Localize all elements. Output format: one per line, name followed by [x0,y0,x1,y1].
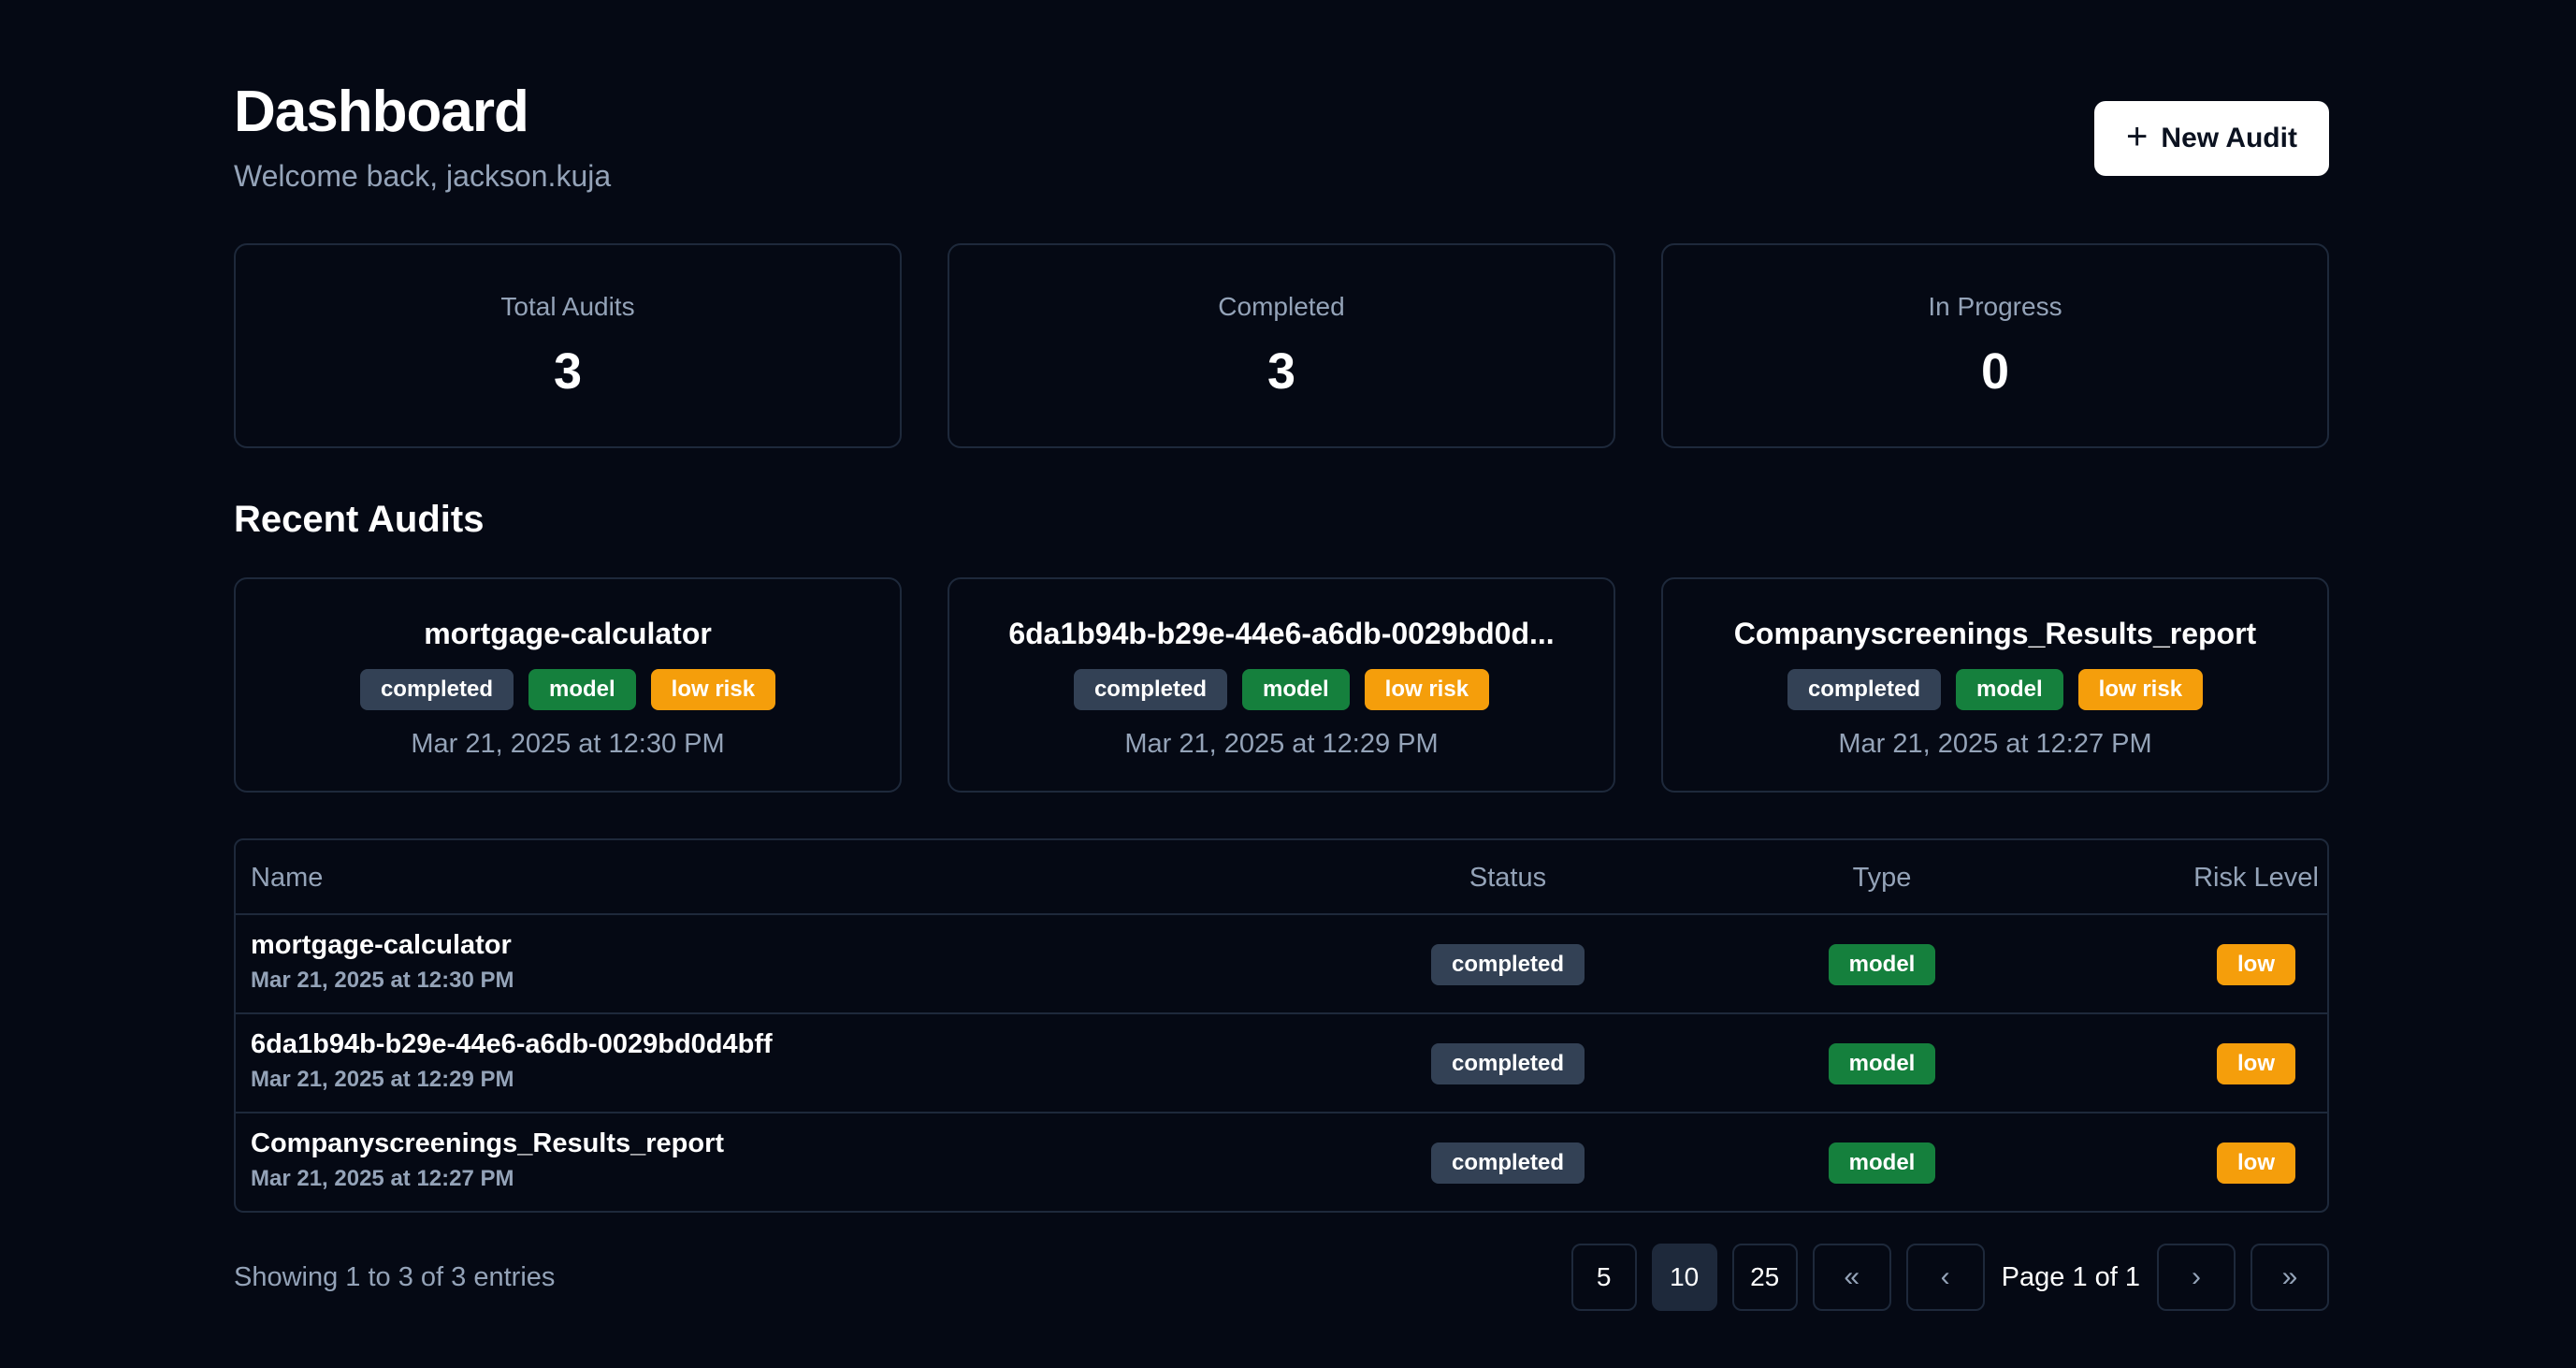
type-badge: model [1955,669,2063,710]
stat-label: In Progress [1928,292,2062,321]
stat-value: 0 [1980,343,2010,400]
status-badge: completed [1430,944,1585,985]
recent-audit-card[interactable]: Companyscreenings_Results_report complet… [1661,577,2329,793]
new-audit-label: New Audit [2161,123,2297,153]
table-row[interactable]: mortgage-calculator Mar 21, 2025 at 12:3… [236,915,2327,1014]
stat-card-total-audits: Total Audits 3 [234,243,902,448]
status-badge: completed [1430,1142,1585,1184]
row-type-cell: model [1760,1142,2004,1184]
chevron-left-icon: ‹ [1940,1261,1950,1292]
audit-name: 6da1b94b-b29e-44e6-a6db-0029bd0d... [1008,617,1555,650]
next-page-button[interactable]: › [2157,1244,2236,1311]
stat-label: Completed [1218,292,1345,321]
stat-label: Total Audits [500,292,635,321]
welcome-message: Welcome back, jackson.kuja [234,159,612,193]
entries-summary: Showing 1 to 3 of 3 entries [234,1262,556,1292]
status-badge: completed [359,669,514,710]
row-date: Mar 21, 2025 at 12:30 PM [251,968,514,993]
previous-page-button[interactable]: ‹ [1905,1244,1985,1311]
first-page-button[interactable]: « [1812,1244,1891,1311]
pagination: 5 10 25 « ‹ Page 1 of 1 › » [1570,1243,2329,1312]
audit-name: mortgage-calculator [424,617,712,650]
table-row[interactable]: Companyscreenings_Results_report Mar 21,… [236,1113,2327,1211]
new-audit-button[interactable]: + New Audit [2094,101,2329,176]
type-badge: model [1241,669,1350,710]
risk-badge: low risk [1364,669,1490,710]
row-date: Mar 21, 2025 at 12:27 PM [251,1166,514,1191]
recent-audits-grid: mortgage-calculator completed model low … [234,577,2329,793]
chevrons-right-icon: » [2281,1261,2298,1292]
status-badge: completed [1787,669,1941,710]
page-indicator: Page 1 of 1 [2001,1261,2140,1292]
audit-badges: completed model low risk [236,669,900,710]
audits-table: Name Status Type Risk Level mortgage-cal… [234,838,2329,1213]
table-row[interactable]: 6da1b94b-b29e-44e6-a6db-0029bd0d4bff Mar… [236,1014,2327,1113]
row-name: mortgage-calculator [251,930,512,960]
audit-date: Mar 21, 2025 at 12:27 PM [1838,729,2152,759]
table-header: Name Status Type Risk Level [236,840,2327,915]
risk-badge: low [2217,944,2295,985]
recent-audit-card[interactable]: mortgage-calculator completed model low … [234,577,902,793]
page-title: Dashboard [234,80,529,144]
row-risk-cell: low [2135,1043,2327,1084]
column-header-status[interactable]: Status [1386,840,1629,915]
audit-date: Mar 21, 2025 at 12:30 PM [411,729,725,759]
column-header-type[interactable]: Type [1760,840,2004,915]
type-badge: model [1828,1142,1936,1184]
stat-card-in-progress: In Progress 0 [1661,243,2329,448]
audit-date: Mar 21, 2025 at 12:29 PM [1124,729,1439,759]
type-badge: model [1828,1043,1936,1084]
risk-badge: low [2217,1142,2295,1184]
stat-value: 3 [553,343,583,400]
chevrons-left-icon: « [1844,1261,1860,1292]
risk-badge: low risk [2077,669,2204,710]
row-type-cell: model [1760,944,2004,985]
recent-audits-heading: Recent Audits [234,499,485,540]
status-badge: completed [1430,1043,1585,1084]
row-name: 6da1b94b-b29e-44e6-a6db-0029bd0d4bff [251,1029,773,1059]
chevron-right-icon: › [2192,1261,2201,1292]
row-risk-cell: low [2135,944,2327,985]
row-risk-cell: low [2135,1142,2327,1184]
row-status-cell: completed [1386,944,1629,985]
page-size-25-button[interactable]: 25 [1731,1244,1798,1311]
page-size-10-button[interactable]: 10 [1651,1244,1717,1311]
risk-badge: low risk [650,669,776,710]
row-type-cell: model [1760,1043,2004,1084]
type-badge: model [1828,944,1936,985]
column-header-risk-level[interactable]: Risk Level [2135,840,2327,915]
recent-audit-card[interactable]: 6da1b94b-b29e-44e6-a6db-0029bd0d... comp… [948,577,1615,793]
row-status-cell: completed [1386,1043,1629,1084]
row-date: Mar 21, 2025 at 12:29 PM [251,1067,514,1092]
row-name: Companyscreenings_Results_report [251,1128,725,1158]
type-badge: model [528,669,636,710]
page-size-5-button[interactable]: 5 [1570,1244,1637,1311]
column-header-name[interactable]: Name [251,840,323,915]
audit-badges: completed model low risk [1663,669,2327,710]
stat-card-completed: Completed 3 [948,243,1615,448]
status-badge: completed [1073,669,1227,710]
row-status-cell: completed [1386,1142,1629,1184]
last-page-button[interactable]: » [2250,1244,2329,1311]
stat-value: 3 [1266,343,1296,400]
dashboard-page: Dashboard Welcome back, jackson.kuja + N… [234,0,2329,1368]
audit-name: Companyscreenings_Results_report [1733,617,2257,650]
audit-badges: completed model low risk [949,669,1614,710]
risk-badge: low [2217,1043,2295,1084]
stats-row: Total Audits 3 Completed 3 In Progress 0 [234,243,2329,449]
plus-icon: + [2126,116,2149,157]
page-header: Dashboard Welcome back, jackson.kuja + N… [234,75,2329,206]
